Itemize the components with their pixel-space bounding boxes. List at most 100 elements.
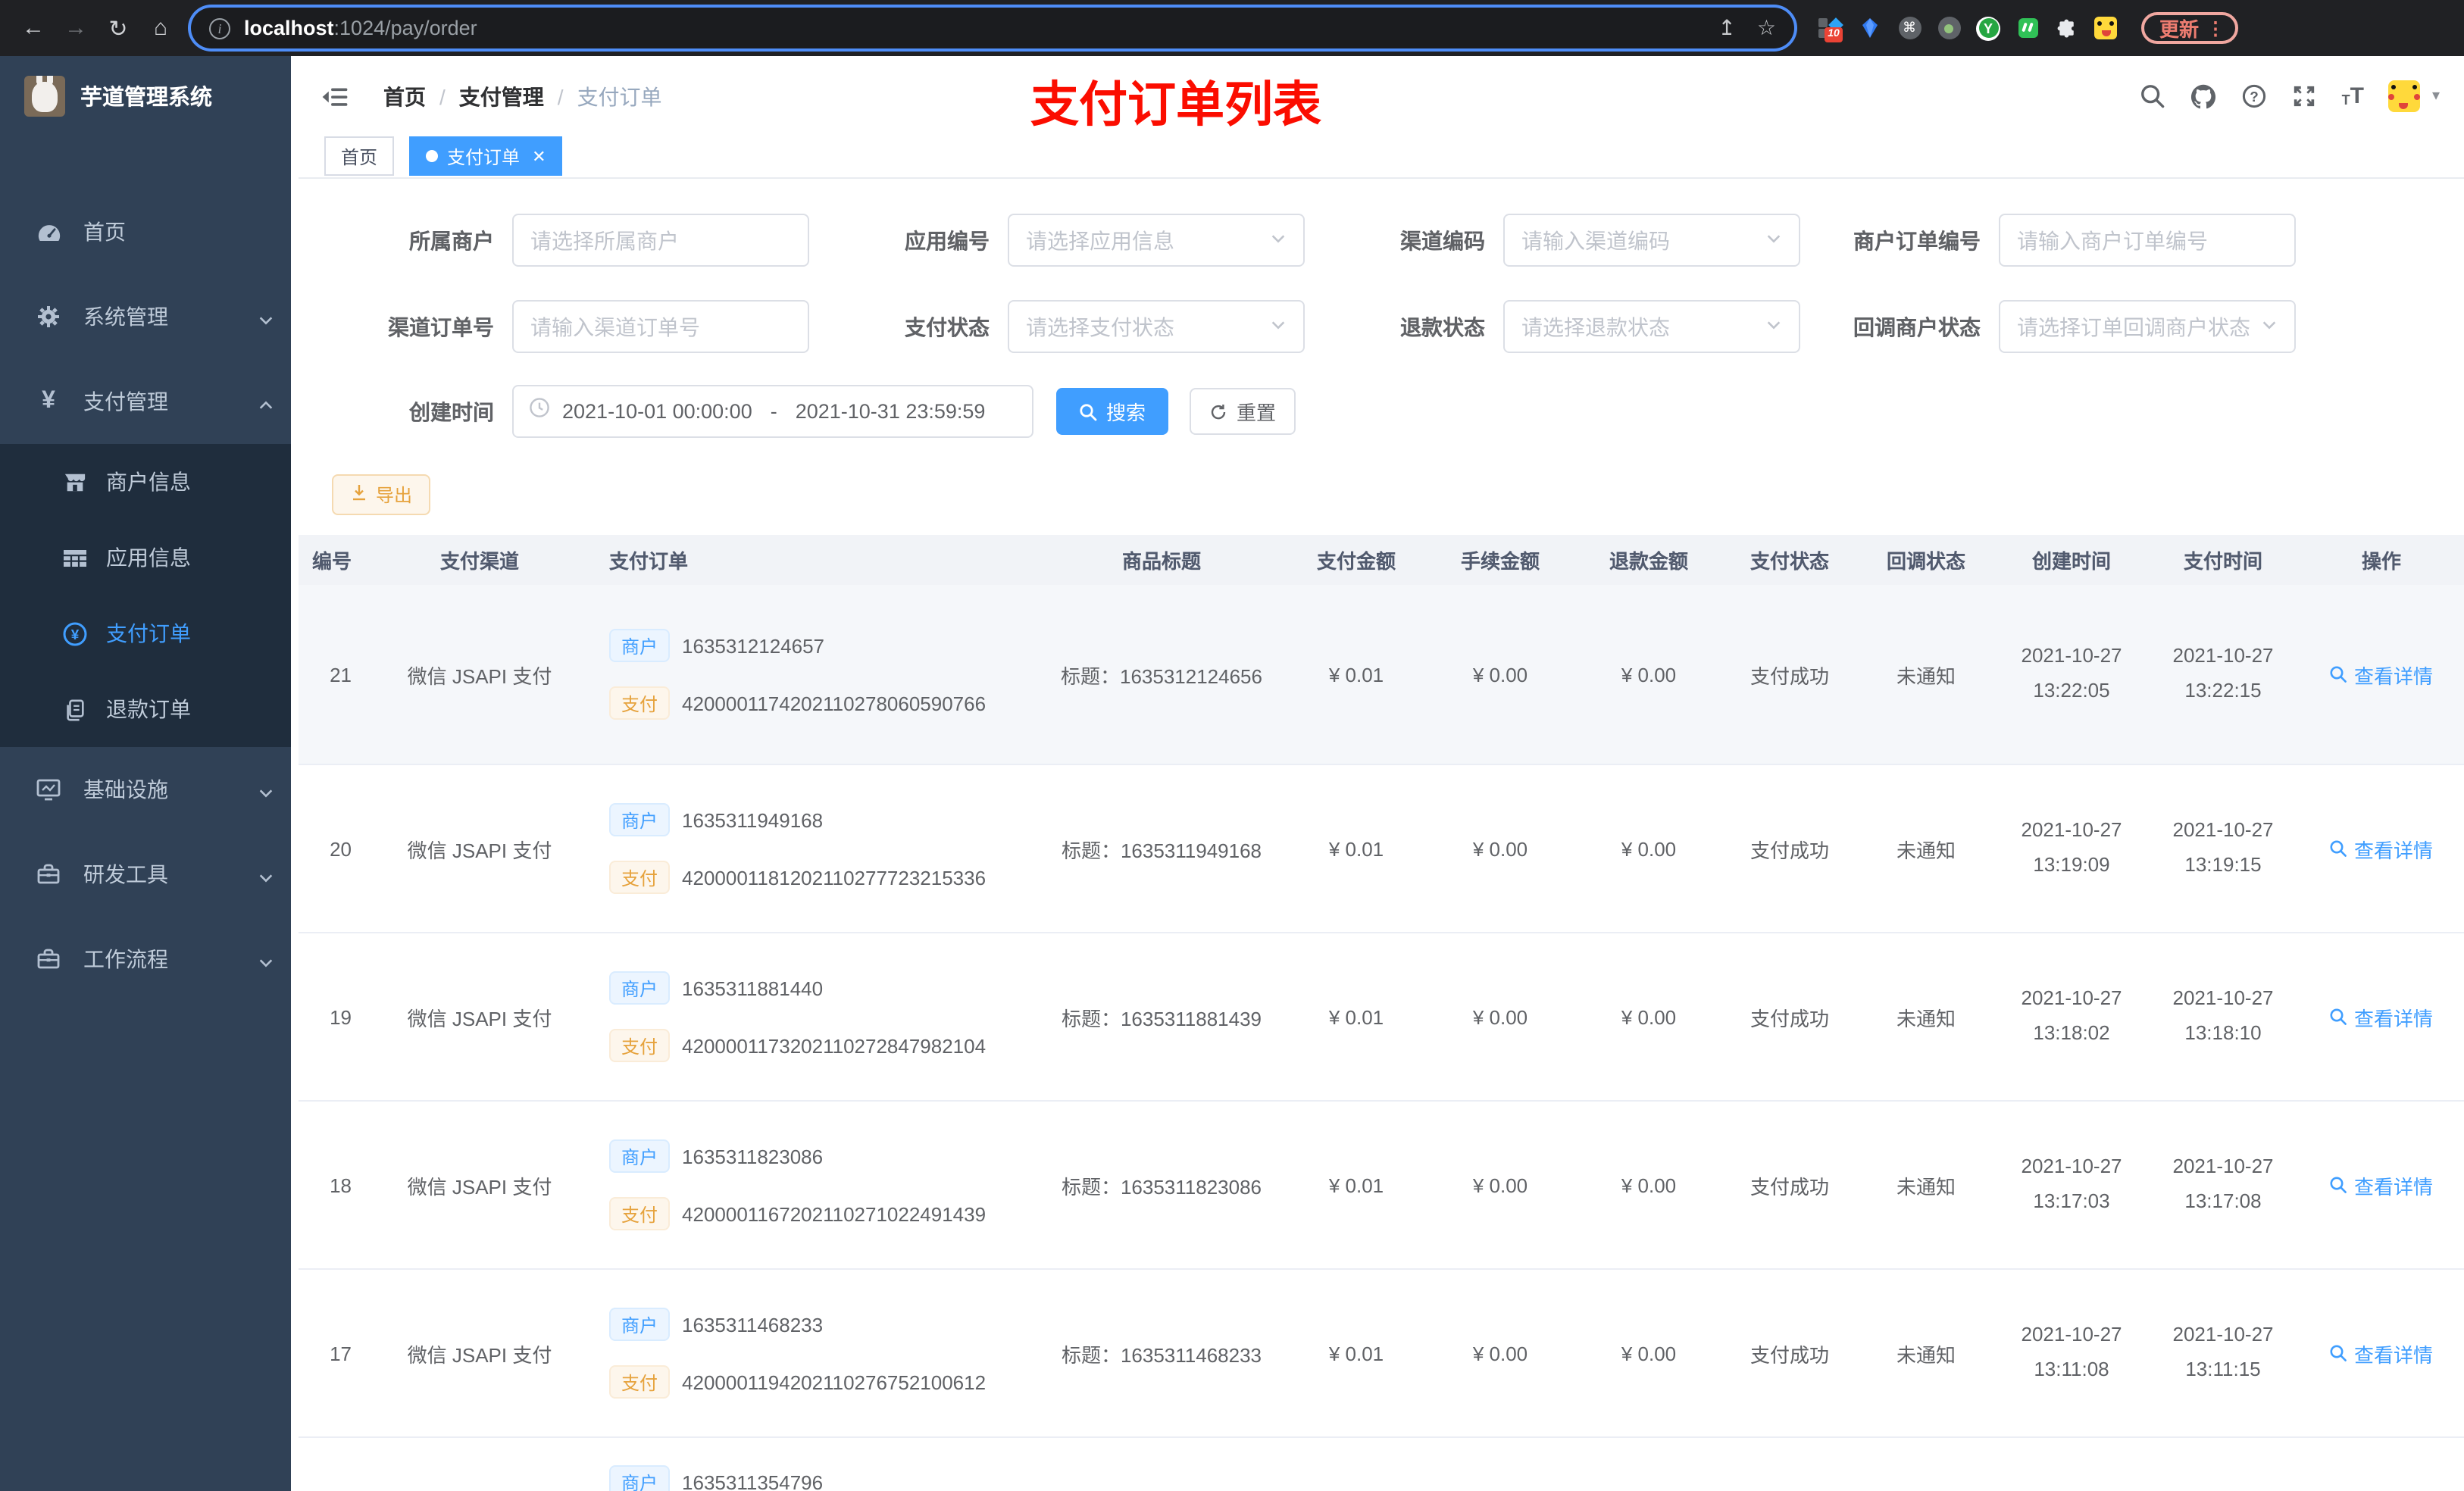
notify-status-select[interactable]: 请选择订单回调商户状态 xyxy=(1999,300,2296,353)
sidebar-item-pay-order[interactable]: ¥ 支付订单 xyxy=(0,595,299,671)
cell-channel: 微信 JSAPI 支付 xyxy=(407,664,552,687)
cell-pay-status: 支付成功 xyxy=(1750,1343,1829,1366)
cell-notify-status: 未通知 xyxy=(1896,664,1956,687)
filter-app: 应用编号 请选择应用信息 xyxy=(832,214,1305,267)
tab-home[interactable]: 首页 xyxy=(324,136,395,176)
sidebar-item-merchant-info[interactable]: 商户信息 xyxy=(0,444,299,520)
y-extension-icon[interactable]: Y xyxy=(1976,16,2000,40)
dot-extension-icon[interactable] xyxy=(1937,16,1961,40)
pay-tag: 支付 xyxy=(609,1029,671,1062)
cell-created-time: 2021-10-27 13:17:03 xyxy=(2021,1155,2122,1213)
command-extension-icon[interactable]: ⌘ xyxy=(1897,16,1921,40)
search-button[interactable]: 搜索 xyxy=(1056,388,1169,435)
sidebar-item-workflow[interactable]: 工作流程 xyxy=(0,917,299,1002)
merchant-tag: 商户 xyxy=(609,803,671,836)
sidebar-item-system[interactable]: 系统管理 xyxy=(0,274,299,359)
extension-grid-icon[interactable]: 10 xyxy=(1818,16,1843,42)
close-tab-icon[interactable]: ✕ xyxy=(532,146,546,166)
active-dot-icon xyxy=(426,150,439,162)
search-icon[interactable] xyxy=(2140,83,2166,109)
fullscreen-icon[interactable] xyxy=(2292,83,2318,109)
view-detail-link[interactable]: 查看详情 xyxy=(2330,1002,2433,1031)
font-size-icon[interactable]: TT xyxy=(2342,85,2364,108)
cell-fee: ¥ 0.00 xyxy=(1472,663,1528,686)
merchant-tag: 商户 xyxy=(609,1465,671,1491)
pay-submenu: 商户信息 应用信息 ¥ 支付订单 退款订单 xyxy=(0,444,299,747)
breadcrumb-current: 支付订单 xyxy=(577,84,662,108)
tab-pay-order[interactable]: 支付订单 ✕ xyxy=(409,136,563,176)
view-detail-link[interactable]: 查看详情 xyxy=(2330,660,2433,689)
col-amount: 支付金额 xyxy=(1316,550,1396,573)
reload-icon[interactable]: ↻ xyxy=(100,10,136,46)
cell-pay-order: 商户 1635311468233 支付 42000011942021102767521… xyxy=(589,1270,1037,1436)
channel-code-select[interactable]: 请输入渠道编码 xyxy=(1503,214,1800,267)
back-icon[interactable]: ← xyxy=(15,10,52,46)
content-scrollbar[interactable] xyxy=(291,56,299,1491)
merchant-order-no: 1635311823086 xyxy=(682,1145,824,1167)
help-icon[interactable]: ? xyxy=(2242,83,2268,109)
download-icon xyxy=(350,483,368,506)
merchant-input[interactable]: 请选择所属商户 xyxy=(512,214,809,267)
dashboard-icon xyxy=(33,219,64,245)
table-row: 17 微信 JSAPI 支付 商户 1635311468233 支付 4200001194… xyxy=(299,1270,2464,1438)
share-icon[interactable]: ↥ xyxy=(1718,15,1735,41)
merchant-tag: 商户 xyxy=(609,971,671,1005)
reset-button[interactable]: 重置 xyxy=(1190,388,1296,435)
sidebar-item-infrastructure[interactable]: 基础设施 xyxy=(0,747,299,832)
refund-status-select[interactable]: 请选择退款状态 xyxy=(1503,300,1800,353)
pay-tag: 支付 xyxy=(609,1365,671,1399)
filter-channel-order-no: 渠道订单号 请输入渠道订单号 xyxy=(336,300,809,353)
gem-extension-icon[interactable] xyxy=(1858,16,1882,40)
breadcrumb-home[interactable]: 首页 xyxy=(383,81,426,111)
chat-extension-icon[interactable] xyxy=(2015,16,2040,40)
table-row: 21 微信 JSAPI 支付 商户 1635312124657 支付 4200001174… xyxy=(299,585,2464,765)
pay-transaction-no: 4200001167202110271022491439 xyxy=(682,1202,987,1225)
sidebar-item-dev-tools[interactable]: 研发工具 xyxy=(0,832,299,917)
browser-update-button[interactable]: 更新 ⋮ xyxy=(2141,12,2239,44)
forward-icon[interactable]: → xyxy=(58,10,94,46)
puzzle-extensions-icon[interactable] xyxy=(2055,16,2079,40)
user-avatar[interactable] xyxy=(2387,80,2420,112)
table-row: 19 微信 JSAPI 支付 商户 1635311881440 支付 4200001173… xyxy=(299,933,2464,1102)
col-paid: 支付时间 xyxy=(2183,550,2262,573)
view-detail-link[interactable]: 查看详情 xyxy=(2330,834,2433,863)
user-menu-caret-icon[interactable]: ▾ xyxy=(2432,88,2440,105)
address-bar[interactable]: i localhost:1024/pay/order ↥ ☆ xyxy=(191,8,1794,48)
chevron-down-icon xyxy=(258,867,274,891)
home-icon[interactable]: ⌂ xyxy=(142,10,179,46)
sidebar-item-home[interactable]: 首页 xyxy=(0,189,299,274)
pay-status-select[interactable]: 请选择支付状态 xyxy=(1008,300,1305,353)
col-pay-status: 支付状态 xyxy=(1750,550,1829,573)
cell-actions: 查看详情 xyxy=(2299,765,2464,932)
cell-fee: ¥ 0.00 xyxy=(1472,1342,1528,1364)
breadcrumb-pay-manage[interactable]: 支付管理 xyxy=(459,81,544,111)
sidebar-item-pay[interactable]: ¥ 支付管理 xyxy=(0,359,299,444)
filter-notify-status: 回调商户状态 请选择订单回调商户状态 xyxy=(1823,300,2296,353)
chevron-down-icon xyxy=(2261,313,2278,340)
breadcrumb: 首页 / 支付管理 / 支付订单 xyxy=(383,81,662,111)
cell-refund: ¥ 0.00 xyxy=(1621,1005,1677,1028)
cell-pay-status: 支付成功 xyxy=(1750,664,1829,687)
site-info-icon[interactable]: i xyxy=(209,17,230,39)
bookmark-star-icon[interactable]: ☆ xyxy=(1757,15,1776,41)
profile-avatar-icon[interactable] xyxy=(2094,17,2117,39)
merchant-order-no-input[interactable]: 请输入商户订单编号 xyxy=(1999,214,2296,267)
pay-transaction-no: 4200001194202110276752100612 xyxy=(682,1371,987,1393)
document-copy-icon xyxy=(61,698,89,720)
view-detail-link[interactable]: 查看详情 xyxy=(2330,1171,2433,1199)
github-icon[interactable] xyxy=(2190,83,2218,110)
channel-order-no-input[interactable]: 请输入渠道订单号 xyxy=(512,300,809,353)
cell-actions: 查看详情 xyxy=(2299,1102,2464,1268)
pay-transaction-no: 4200001173202110272847982104 xyxy=(682,1034,987,1057)
toolbox-icon xyxy=(33,947,64,971)
date-range-input[interactable]: 2021-10-01 00:00:00 - 2021-10-31 23:59:5… xyxy=(512,385,1033,438)
view-detail-link[interactable]: 查看详情 xyxy=(2330,1339,2433,1368)
app-select[interactable]: 请选择应用信息 xyxy=(1008,214,1305,267)
cell-pay-status: 支付成功 xyxy=(1750,839,1829,861)
export-button[interactable]: 导出 xyxy=(332,474,431,515)
sidebar-item-refund-order[interactable]: 退款订单 xyxy=(0,671,299,747)
browser-menu-icon[interactable]: ⋮ xyxy=(2206,17,2225,39)
cell-amount: ¥ 0.01 xyxy=(1328,1342,1384,1364)
sidebar-item-app-info[interactable]: 应用信息 xyxy=(0,520,299,595)
collapse-sidebar-icon[interactable] xyxy=(321,84,349,108)
